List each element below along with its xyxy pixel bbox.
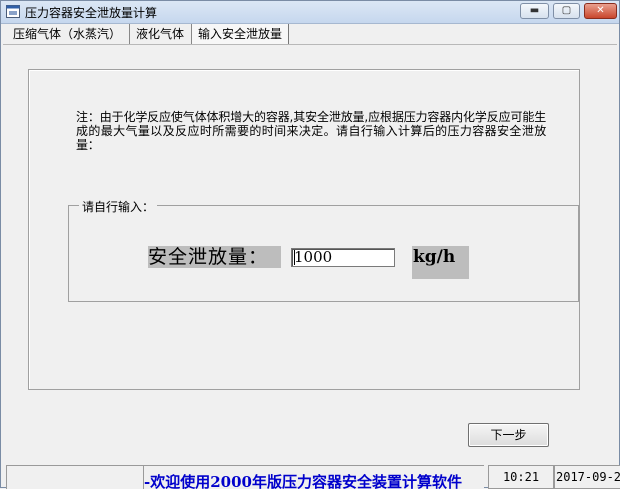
tab-compressed-gas[interactable]: 压缩气体（水蒸汽） bbox=[7, 24, 127, 44]
tab-input-relief-amount[interactable]: 输入安全泄放量 bbox=[191, 24, 290, 44]
note-text: 注：由于化学反应使气体体积增大的容器,其安全泄放量,应根据压力容器内化学反应可能… bbox=[76, 110, 546, 152]
maximize-button[interactable]: ▢ bbox=[553, 3, 580, 19]
close-button[interactable]: ✕ bbox=[584, 3, 617, 19]
status-date: 2017-09-20 bbox=[554, 465, 620, 489]
relief-amount-input[interactable]: 1000 bbox=[291, 248, 395, 267]
title-bar: 压力容器安全泄放量计算 ▬ ▢ ✕ bbox=[1, 1, 619, 24]
app-icon bbox=[6, 5, 20, 18]
app-window: 压力容器安全泄放量计算 ▬ ▢ ✕ 压缩气体（水蒸汽） 液化气体 输入安全泄放量… bbox=[0, 0, 620, 489]
status-time: 10:21 bbox=[488, 465, 554, 489]
minimize-button[interactable]: ▬ bbox=[520, 3, 549, 19]
unit-label: kg/h bbox=[412, 246, 469, 279]
status-marquee: -欢迎使用2000年版压力容器安全装置计算软件 bbox=[144, 465, 484, 489]
minimize-icon: ▬ bbox=[529, 5, 540, 16]
maximize-icon: ▢ bbox=[561, 5, 572, 16]
marquee-text: -欢迎使用2000年版压力容器安全装置计算软件 bbox=[144, 473, 462, 489]
next-button[interactable]: 下一步 bbox=[468, 423, 549, 447]
tab-divider bbox=[3, 44, 617, 45]
relief-amount-value: 1000 bbox=[294, 248, 333, 266]
status-bar: -欢迎使用2000年版压力容器安全装置计算软件 10:21 2017-09-20 bbox=[1, 463, 620, 489]
tab-liquefied-gas[interactable]: 液化气体 bbox=[129, 24, 190, 44]
relief-amount-label: 安全泄放量： bbox=[148, 246, 281, 268]
close-icon: ✕ bbox=[596, 5, 605, 16]
groupbox-label: 请自行输入： bbox=[79, 198, 158, 215]
status-panel-blank bbox=[6, 465, 144, 489]
window-title: 压力容器安全泄放量计算 bbox=[25, 6, 158, 20]
